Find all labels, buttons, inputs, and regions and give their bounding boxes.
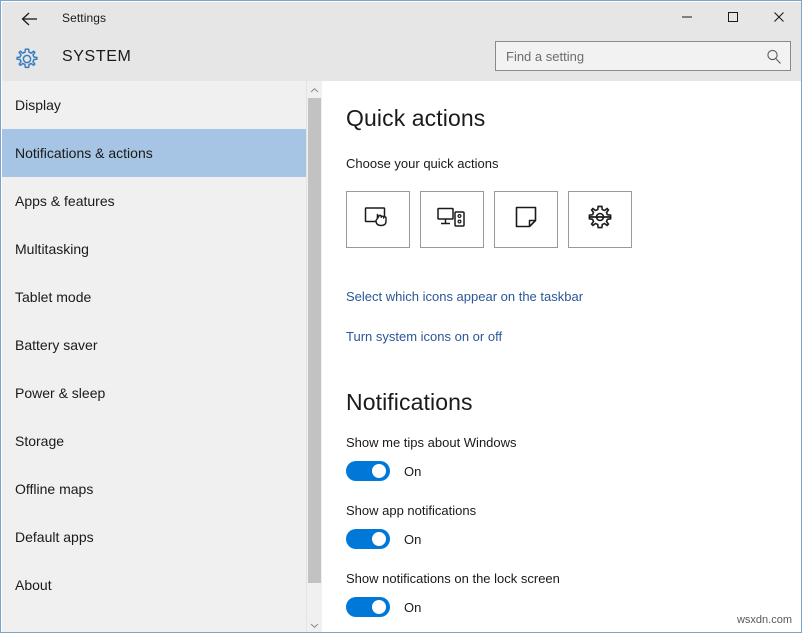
note-icon — [513, 204, 539, 235]
close-icon — [773, 10, 785, 28]
page-title: SYSTEM — [62, 48, 131, 66]
setting-row-tips-about-windows: On — [346, 461, 421, 481]
search-box[interactable] — [495, 41, 791, 71]
window-title: Settings — [62, 11, 106, 25]
toggle-knob — [372, 464, 386, 478]
settings-sidebar: Display Notifications & actions Apps & f… — [2, 81, 306, 633]
search-input[interactable] — [496, 42, 758, 70]
window-controls — [664, 2, 802, 36]
search-icon[interactable] — [764, 47, 784, 67]
close-button[interactable] — [756, 2, 802, 36]
sidebar-item-label: Notifications & actions — [15, 145, 153, 161]
quick-action-note[interactable] — [494, 191, 558, 248]
sidebar-item-label: Offline maps — [15, 481, 93, 497]
setting-label-tips-about-windows: Show me tips about Windows — [346, 435, 517, 450]
sidebar-item-label: Apps & features — [15, 193, 115, 209]
sidebar-item-multitasking[interactable]: Multitasking — [2, 225, 306, 273]
sidebar-item-default-apps[interactable]: Default apps — [2, 513, 306, 561]
link-turn-system-icons[interactable]: Turn system icons on or off — [346, 329, 502, 344]
back-arrow-icon — [20, 11, 40, 27]
quick-action-all-settings[interactable] — [568, 191, 632, 248]
sidebar-item-storage[interactable]: Storage — [2, 417, 306, 465]
quick-actions-subheading: Choose your quick actions — [346, 156, 498, 171]
sidebar-item-notifications-actions[interactable]: Notifications & actions — [2, 129, 306, 177]
sidebar-item-power-sleep[interactable]: Power & sleep — [2, 369, 306, 417]
sidebar-item-label: Battery saver — [15, 337, 97, 353]
settings-content: Quick actions Choose your quick actions — [322, 81, 802, 633]
sidebar-item-label: Display — [15, 97, 61, 113]
sidebar-item-display[interactable]: Display — [2, 81, 306, 129]
minimize-button[interactable] — [664, 2, 710, 36]
gear-icon — [586, 203, 614, 236]
toggle-knob — [372, 600, 386, 614]
sidebar-item-tablet-mode[interactable]: Tablet mode — [2, 273, 306, 321]
sidebar-item-offline-maps[interactable]: Offline maps — [2, 465, 306, 513]
scroll-up-button[interactable] — [307, 81, 322, 98]
toggle-lock-screen-notifications[interactable] — [346, 597, 390, 617]
setting-label-lock-screen-notifications: Show notifications on the lock screen — [346, 571, 560, 586]
setting-row-app-notifications: On — [346, 529, 421, 549]
sidebar-item-label: Storage — [15, 433, 64, 449]
back-button[interactable] — [8, 2, 52, 36]
chevron-down-icon — [310, 616, 319, 633]
toggle-app-notifications[interactable] — [346, 529, 390, 549]
maximize-icon — [727, 10, 739, 28]
notifications-heading: Notifications — [346, 389, 473, 416]
sidebar-item-about[interactable]: About — [2, 561, 306, 609]
toggle-state-label: On — [404, 464, 421, 479]
scrollbar-track[interactable] — [307, 98, 322, 616]
settings-window: Settings — [0, 0, 802, 633]
quick-action-tiles — [346, 191, 632, 248]
sidebar-item-label: Multitasking — [15, 241, 89, 257]
scroll-down-button[interactable] — [307, 616, 322, 633]
quick-action-connect[interactable] — [420, 191, 484, 248]
toggle-state-label: On — [404, 532, 421, 547]
maximize-button[interactable] — [710, 2, 756, 36]
toggle-state-label: On — [404, 600, 421, 615]
sidebar-scrollbar[interactable] — [306, 81, 322, 633]
title-bar: Settings — [2, 2, 802, 36]
link-select-taskbar-icons[interactable]: Select which icons appear on the taskbar — [346, 289, 583, 304]
sidebar-item-apps-features[interactable]: Apps & features — [2, 177, 306, 225]
tablet-mode-icon — [363, 204, 393, 235]
connect-project-icon — [436, 204, 468, 235]
sidebar-item-label: Power & sleep — [15, 385, 105, 401]
sidebar-item-label: About — [15, 577, 52, 593]
setting-row-lock-screen-notifications: On — [346, 597, 421, 617]
sidebar-item-battery-saver[interactable]: Battery saver — [2, 321, 306, 369]
quick-action-tablet-mode[interactable] — [346, 191, 410, 248]
sidebar-item-label: Tablet mode — [15, 289, 91, 305]
chevron-up-icon — [310, 81, 319, 99]
sidebar-item-label: Default apps — [15, 529, 94, 545]
scrollbar-thumb[interactable] — [308, 98, 321, 583]
toggle-tips-about-windows[interactable] — [346, 461, 390, 481]
watermark: wsxdn.com — [737, 614, 792, 626]
page-header: SYSTEM — [2, 36, 802, 81]
quick-actions-heading: Quick actions — [346, 105, 485, 132]
system-gear-icon — [12, 44, 42, 74]
minimize-icon — [681, 10, 693, 28]
toggle-knob — [372, 532, 386, 546]
setting-label-app-notifications: Show app notifications — [346, 503, 476, 518]
